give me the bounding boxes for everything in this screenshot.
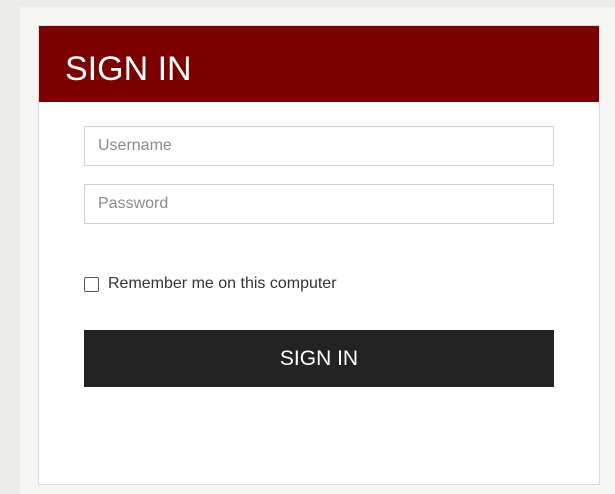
password-field[interactable] [84,184,554,224]
card-header: SIGN IN [39,26,599,102]
username-field[interactable] [84,126,554,166]
sign-in-card: SIGN IN Remember me on this computer SIG… [38,25,600,485]
sign-in-button[interactable]: SIGN IN [84,330,554,387]
remember-me-label: Remember me on this computer [108,275,337,292]
remember-me-option[interactable]: Remember me on this computer [84,274,337,294]
remember-me-checkbox[interactable] [84,276,99,292]
page-title: SIGN IN [65,50,192,88]
